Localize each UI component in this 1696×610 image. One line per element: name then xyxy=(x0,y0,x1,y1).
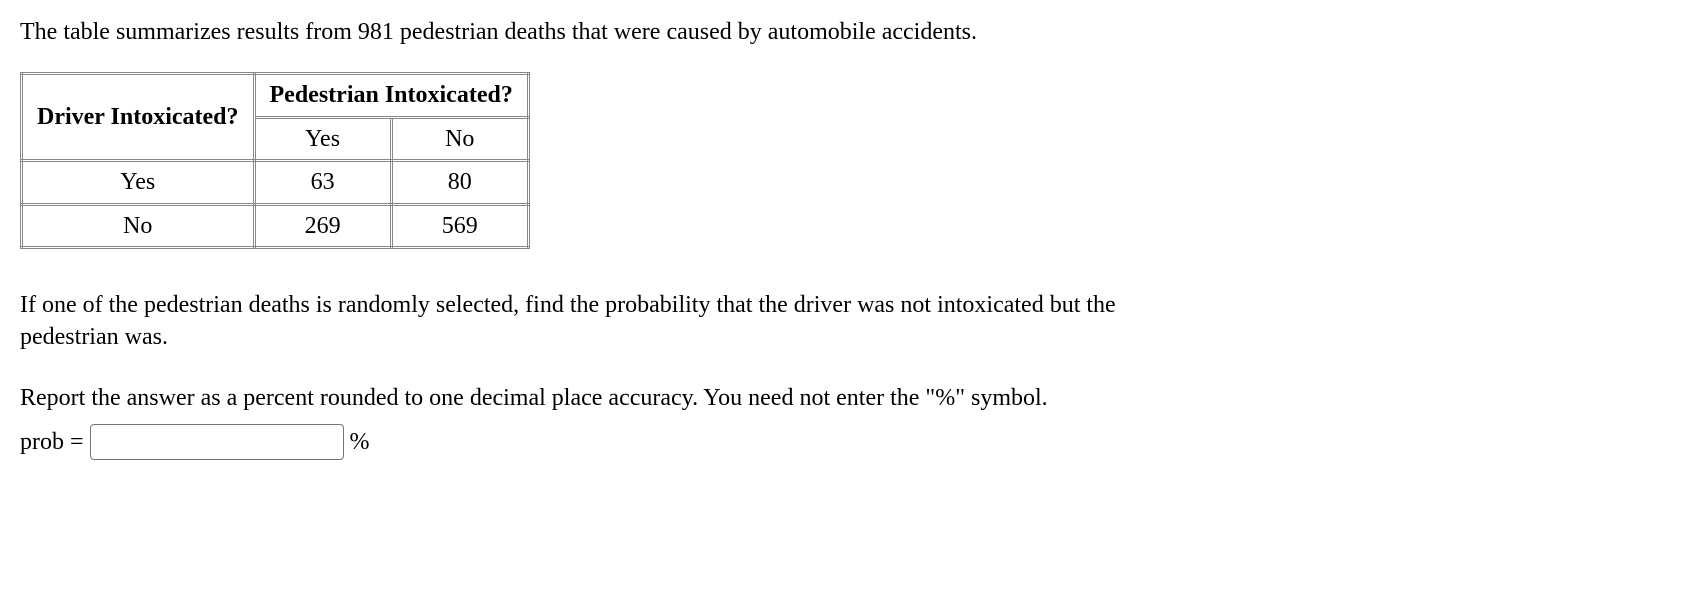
instruction-text: Report the answer as a percent rounded t… xyxy=(20,382,1320,414)
row-label: No xyxy=(22,204,255,247)
data-table: Driver Intoxicated? Pedestrian Intoxicat… xyxy=(20,72,530,249)
answer-input[interactable] xyxy=(90,424,344,460)
cell: 269 xyxy=(254,204,391,247)
col-label: Yes xyxy=(254,117,391,160)
answer-unit: % xyxy=(350,426,370,458)
answer-row: prob = % xyxy=(20,424,1676,460)
intro-text: The table summarizes results from 981 pe… xyxy=(20,16,1676,48)
cell: 63 xyxy=(254,161,391,204)
col-header: Pedestrian Intoxicated? xyxy=(254,74,528,117)
cell: 569 xyxy=(391,204,528,247)
row-label: Yes xyxy=(22,161,255,204)
table-row: Yes 63 80 xyxy=(22,161,529,204)
answer-label: prob = xyxy=(20,426,84,458)
col-label: No xyxy=(391,117,528,160)
row-header: Driver Intoxicated? xyxy=(22,74,255,161)
cell: 80 xyxy=(391,161,528,204)
question-text: If one of the pedestrian deaths is rando… xyxy=(20,289,1220,354)
table-row: No 269 569 xyxy=(22,204,529,247)
